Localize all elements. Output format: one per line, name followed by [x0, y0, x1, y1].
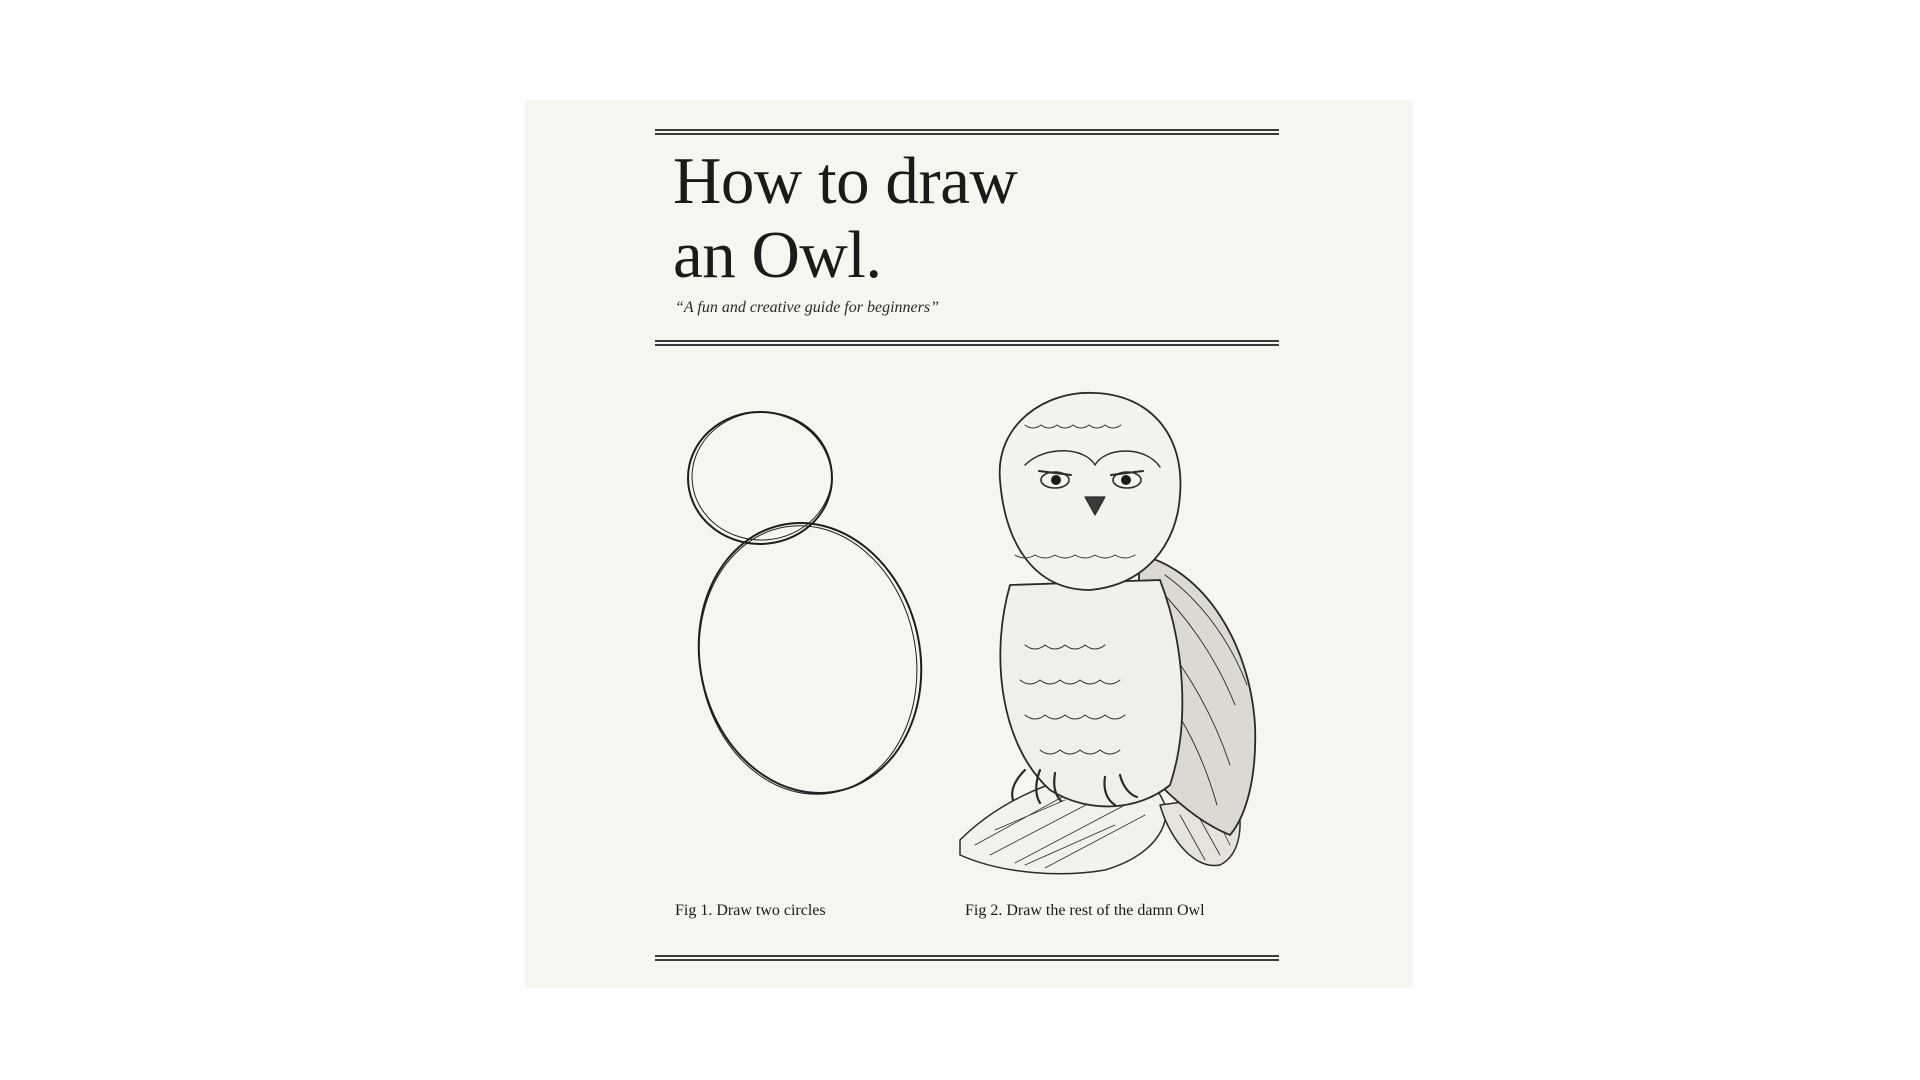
- head: [998, 392, 1182, 591]
- title-line-2: an Owl.: [673, 218, 882, 292]
- top-double-rule: [655, 129, 1279, 135]
- figure-1-caption: Fig 1. Draw two circles: [675, 902, 826, 919]
- large-oval: [697, 522, 923, 794]
- body: [999, 579, 1184, 808]
- middle-double-rule: [655, 340, 1279, 346]
- bottom-double-rule: [655, 955, 1279, 961]
- owl-illustration: [959, 392, 1257, 875]
- two-circles-illustration: [687, 411, 923, 795]
- title-line-1: How to draw: [673, 144, 1018, 218]
- poster: How to draw an Owl. “A fun and creative g…: [525, 100, 1413, 988]
- page-title: How to draw an Owl.: [673, 144, 1018, 292]
- figure-2-caption: Fig 2. Draw the rest of the damn Owl: [965, 902, 1205, 919]
- large-oval-retrace: [698, 525, 918, 795]
- subtitle: “A fun and creative guide for beginners”: [675, 299, 939, 316]
